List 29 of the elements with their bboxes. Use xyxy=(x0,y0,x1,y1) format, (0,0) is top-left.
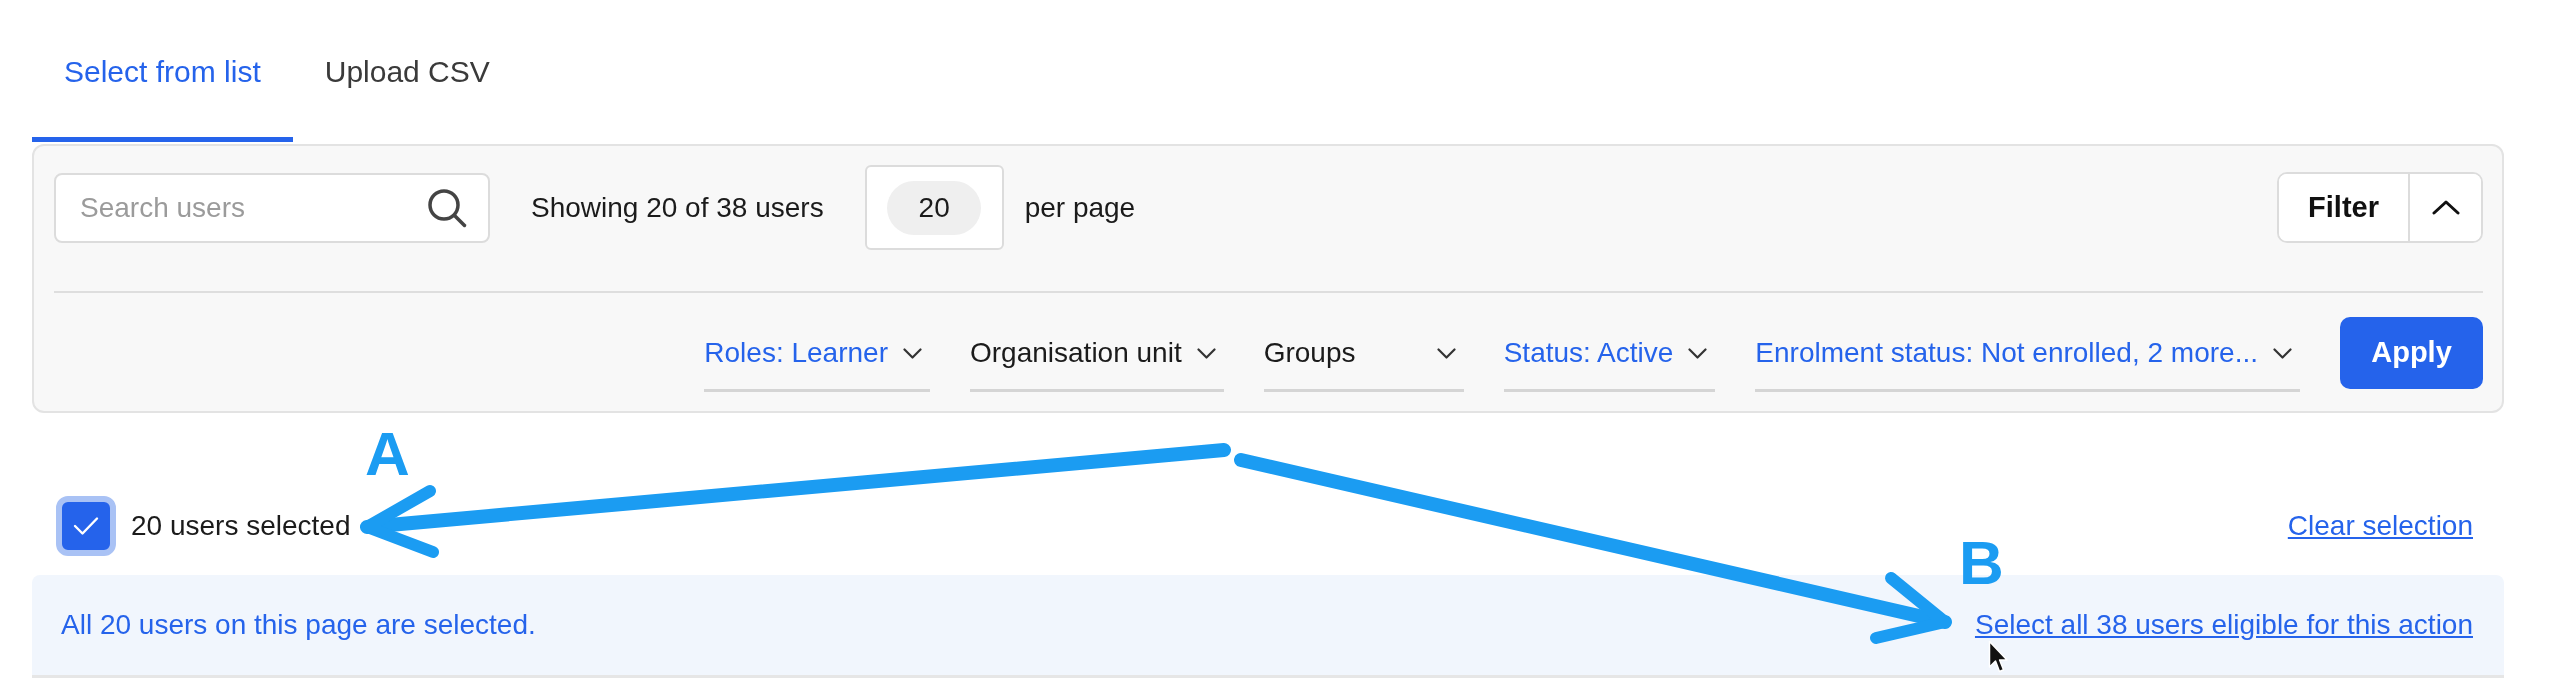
result-count-text: Showing 20 of 38 users xyxy=(531,190,824,225)
filter-dropdown[interactable]: Status: Active xyxy=(1503,317,1716,392)
chevron-up-icon xyxy=(2431,200,2460,215)
per-page-label: per page xyxy=(1024,190,1136,225)
annotation-label: B xyxy=(1959,540,2004,587)
chevron-down-icon xyxy=(1436,347,1456,359)
collapse-toggle-button[interactable] xyxy=(2408,174,2481,241)
chevron-down-icon xyxy=(2273,347,2292,359)
clear-selection-link[interactable]: Clear selection xyxy=(2287,505,2473,547)
banner-message: All 20 users on this page are selected. xyxy=(61,608,536,642)
filter-dropdown[interactable]: Groups xyxy=(1263,317,1464,392)
apply-button[interactable]: Apply xyxy=(2340,317,2483,389)
search-field[interactable]: Search users xyxy=(54,172,490,243)
filter-dropdown[interactable]: Organisation unit xyxy=(970,317,1224,392)
filter-dropdown[interactable]: Roles: Learner xyxy=(704,317,930,392)
selection-count-text: 20 users selected xyxy=(131,509,351,543)
mouse-pointer-icon xyxy=(1988,640,2008,674)
search-icon xyxy=(427,187,467,228)
annotation-label: A xyxy=(365,431,410,478)
page-size-field[interactable]: 20 xyxy=(864,165,1004,250)
page-size-value: 20 xyxy=(887,180,982,235)
checkmark-icon xyxy=(73,516,99,536)
checkbox[interactable] xyxy=(56,496,116,556)
filter-dropdown[interactable]: Enrolment status: Not enrolled, 2 more... xyxy=(1755,317,2300,392)
chevron-down-icon xyxy=(903,347,922,359)
chevron-down-icon xyxy=(1688,347,1708,359)
tab[interactable]: Upload CSV xyxy=(292,0,522,142)
chevron-down-icon xyxy=(1196,347,1216,359)
select-all-link[interactable]: Select all 38 users eligible for this action xyxy=(1974,604,2473,646)
